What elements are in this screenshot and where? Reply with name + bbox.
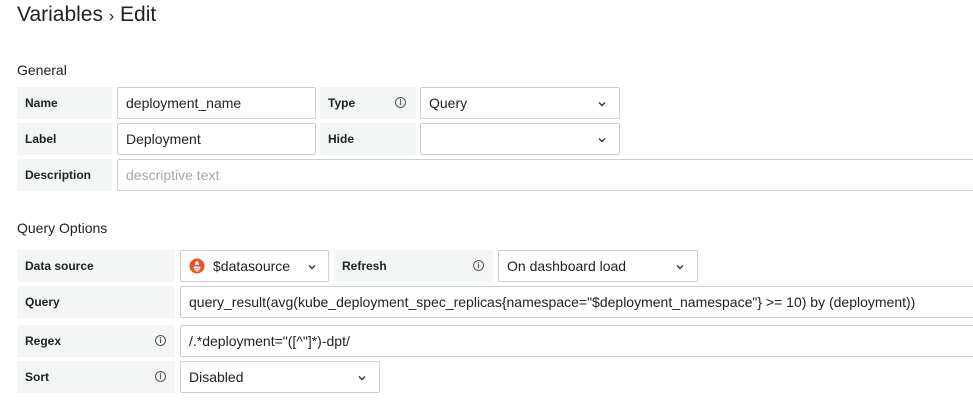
label-label: Label [17,123,112,155]
refresh-select[interactable]: On dashboard load [498,250,698,282]
chevron-down-icon [676,265,684,270]
type-select-value: Query [429,95,468,111]
sort-label: Sort [17,361,175,393]
description-input[interactable]: descriptive text [117,159,973,191]
type-select[interactable]: Query [420,87,620,119]
info-circle-icon: i [155,371,166,382]
query-input[interactable]: query_result(avg(kube_deployment_spec_re… [180,286,973,318]
page-title: Variables › Edit [17,3,156,27]
name-label: Name [17,87,112,119]
sort-select-value: Disabled [189,369,244,385]
datasource-select-value: $datasource [213,258,291,274]
chevron-down-icon [598,138,606,143]
info-circle-icon: i [395,97,406,108]
breadcrumb-separator: › [108,8,115,25]
description-label: Description [17,159,112,191]
hide-label: Hide [320,123,416,155]
breadcrumb-variables[interactable]: Variables [17,3,103,26]
sort-select[interactable]: Disabled [180,361,380,393]
datasource-label: Data source [17,250,175,282]
refresh-label: Refresh [334,250,493,282]
chevron-down-icon [598,102,606,107]
regex-input[interactable]: /.*deployment="([^"]*)-dpt/ [180,325,973,357]
query-options-section-title: Query Options [17,220,108,236]
info-circle-icon: i [155,335,166,346]
description-placeholder: descriptive text [126,167,220,183]
info-circle-icon: i [473,260,484,271]
breadcrumb-edit: Edit [120,3,157,26]
regex-label: Regex [17,325,175,357]
refresh-select-value: On dashboard load [507,258,627,274]
hide-select[interactable] [420,123,620,155]
chevron-down-icon [358,376,366,381]
query-label: Query [17,286,175,318]
general-section-title: General [17,62,67,78]
prometheus-logo-icon [189,258,205,274]
name-input[interactable]: deployment_name [117,87,316,119]
label-input[interactable]: Deployment [117,123,316,155]
chevron-down-icon [308,265,316,270]
